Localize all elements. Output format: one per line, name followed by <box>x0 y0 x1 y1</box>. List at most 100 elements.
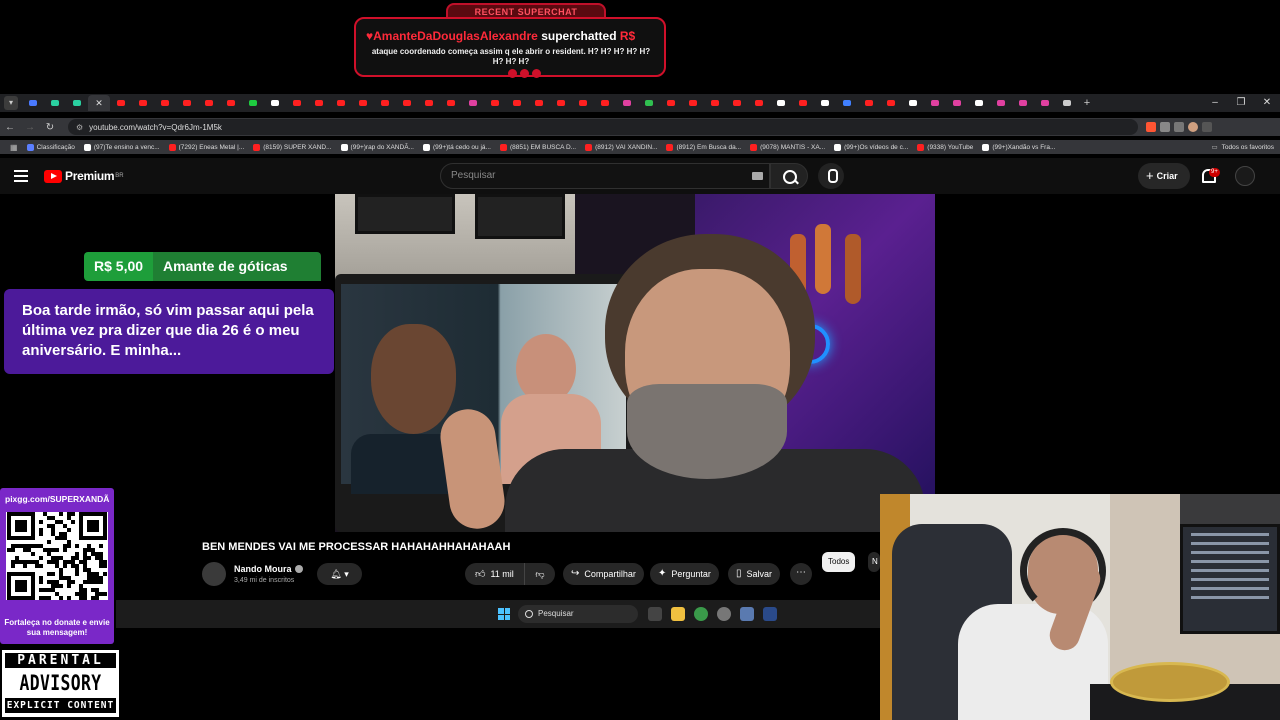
bookmark-item[interactable]: (7292) Eneas Metal |... <box>168 143 244 151</box>
browser-tab[interactable] <box>44 95 66 111</box>
browser-tab[interactable] <box>220 95 242 111</box>
browser-tab[interactable] <box>660 95 682 111</box>
browser-tab[interactable] <box>418 95 440 111</box>
browser-tab[interactable] <box>594 95 616 111</box>
subscription-bell-button[interactable]: 🔔︎ ▾ <box>317 563 362 585</box>
browser-tab[interactable] <box>792 95 814 111</box>
browser-tab[interactable] <box>330 95 352 111</box>
new-tab-button[interactable]: + <box>1078 97 1096 109</box>
browser-tab[interactable] <box>682 95 704 111</box>
browser-tab[interactable] <box>308 95 330 111</box>
extension-icon[interactable] <box>1160 122 1170 132</box>
browser-tab[interactable] <box>1012 95 1034 111</box>
reload-icon[interactable]: ↻ <box>40 122 60 133</box>
restore-icon[interactable]: ❐ <box>1228 94 1254 112</box>
profile-avatar-icon[interactable] <box>1188 122 1198 132</box>
steam-icon[interactable] <box>763 607 777 621</box>
video-player[interactable] <box>335 194 935 532</box>
app-icon[interactable] <box>717 607 731 621</box>
like-button[interactable]: 👍︎ 11 mil <box>465 563 525 585</box>
bookmark-item[interactable]: (9078) MANTIS - XA... <box>750 143 825 151</box>
bookmark-item[interactable]: (8912) Em Busca da... <box>666 143 741 151</box>
browser-tab[interactable] <box>528 95 550 111</box>
bookmark-item[interactable]: (8159) SUPER XAND... <box>253 143 332 151</box>
browser-tab[interactable] <box>1056 95 1078 111</box>
browser-tab[interactable] <box>286 95 308 111</box>
site-info-icon[interactable]: ⚙ <box>76 123 83 132</box>
dislike-button[interactable]: 👎︎ <box>525 563 555 585</box>
browser-tab[interactable] <box>968 95 990 111</box>
close-tab-icon[interactable]: ✕ <box>95 98 103 109</box>
browser-tab[interactable] <box>572 95 594 111</box>
browser-tab[interactable] <box>836 95 858 111</box>
chrome-icon[interactable] <box>694 607 708 621</box>
browser-tab[interactable] <box>1034 95 1056 111</box>
close-window-icon[interactable]: ✕ <box>1254 94 1280 112</box>
minimize-icon[interactable]: – <box>1202 94 1228 112</box>
browser-tab[interactable] <box>352 95 374 111</box>
forward-icon[interactable]: → <box>20 122 40 133</box>
save-button[interactable]: ▯ Salvar <box>728 563 781 585</box>
back-icon[interactable]: ← <box>0 122 20 133</box>
settings-icon[interactable] <box>740 607 754 621</box>
bookmark-item[interactable]: (8851) EM BUSCA D... <box>499 143 576 151</box>
browser-tab[interactable] <box>132 95 154 111</box>
browser-tab[interactable] <box>946 95 968 111</box>
browser-tab[interactable] <box>154 95 176 111</box>
browser-tab[interactable] <box>814 95 836 111</box>
chip-all[interactable]: Todos <box>822 552 856 572</box>
menu-icon[interactable] <box>1202 122 1212 132</box>
address-bar[interactable]: ⚙ youtube.com/watch?v=Qdr6Jm-1M5k <box>68 119 1138 135</box>
browser-tab[interactable] <box>990 95 1012 111</box>
search-button[interactable] <box>770 163 808 189</box>
browser-tab[interactable] <box>440 95 462 111</box>
browser-tab[interactable] <box>902 95 924 111</box>
keyboard-icon[interactable] <box>752 172 763 180</box>
browser-tab[interactable] <box>858 95 880 111</box>
browser-tab[interactable] <box>484 95 506 111</box>
bookmark-item[interactable]: (97)Te ensino a venc... <box>83 143 160 151</box>
browser-tab[interactable] <box>924 95 946 111</box>
bookmark-item[interactable]: (99+)Os vídeos de c... <box>834 143 908 151</box>
bookmark-item[interactable]: (8912) VAI XANDIN... <box>585 143 657 151</box>
search-input[interactable]: Pesquisar <box>440 163 770 189</box>
windows-start-icon[interactable] <box>498 608 510 620</box>
account-avatar[interactable] <box>1235 166 1255 186</box>
browser-tab[interactable] <box>550 95 572 111</box>
file-explorer-icon[interactable] <box>671 607 685 621</box>
ask-button[interactable]: ✦ Perguntar <box>650 563 719 585</box>
bookmark-item[interactable]: (99+)Xandão vs Fra... <box>982 143 1055 151</box>
task-view-icon[interactable] <box>648 607 662 621</box>
browser-tab[interactable] <box>176 95 198 111</box>
browser-tab[interactable] <box>616 95 638 111</box>
browser-tab[interactable] <box>242 95 264 111</box>
browser-tab[interactable] <box>506 95 528 111</box>
browser-tab[interactable] <box>22 95 44 111</box>
more-actions-icon[interactable]: ⋯ <box>790 563 812 585</box>
create-button[interactable]: + Criar <box>1138 163 1190 189</box>
all-bookmarks[interactable]: ▭ Todos os favoritos <box>1211 140 1274 154</box>
bookmark-item[interactable]: (9338) YouTube <box>917 143 973 151</box>
bookmark-item[interactable]: Classificação <box>26 143 75 151</box>
youtube-premium-logo[interactable]: Premium BR <box>44 169 124 183</box>
browser-tab[interactable] <box>198 95 220 111</box>
browser-tab[interactable] <box>726 95 748 111</box>
tab-active[interactable]: ✕ <box>88 95 110 111</box>
bookmark-item[interactable]: (99+)rap do XANDÃ... <box>340 143 414 151</box>
apps-grid-icon[interactable]: ▦ <box>10 143 18 152</box>
browser-tab[interactable] <box>638 95 660 111</box>
channel-avatar[interactable] <box>202 562 226 586</box>
extension-icon[interactable] <box>1146 122 1156 132</box>
browser-tab[interactable] <box>462 95 484 111</box>
browser-tab[interactable] <box>396 95 418 111</box>
browser-tab[interactable] <box>704 95 726 111</box>
tab-search-dropdown[interactable]: ▾ <box>4 96 18 110</box>
browser-tab[interactable] <box>264 95 286 111</box>
share-button[interactable]: ↪ Compartilhar <box>563 563 644 585</box>
browser-tab[interactable] <box>110 95 132 111</box>
browser-tab[interactable] <box>66 95 88 111</box>
browser-tab[interactable] <box>748 95 770 111</box>
browser-tab[interactable] <box>374 95 396 111</box>
extension-icon[interactable] <box>1174 122 1184 132</box>
browser-tab[interactable] <box>770 95 792 111</box>
